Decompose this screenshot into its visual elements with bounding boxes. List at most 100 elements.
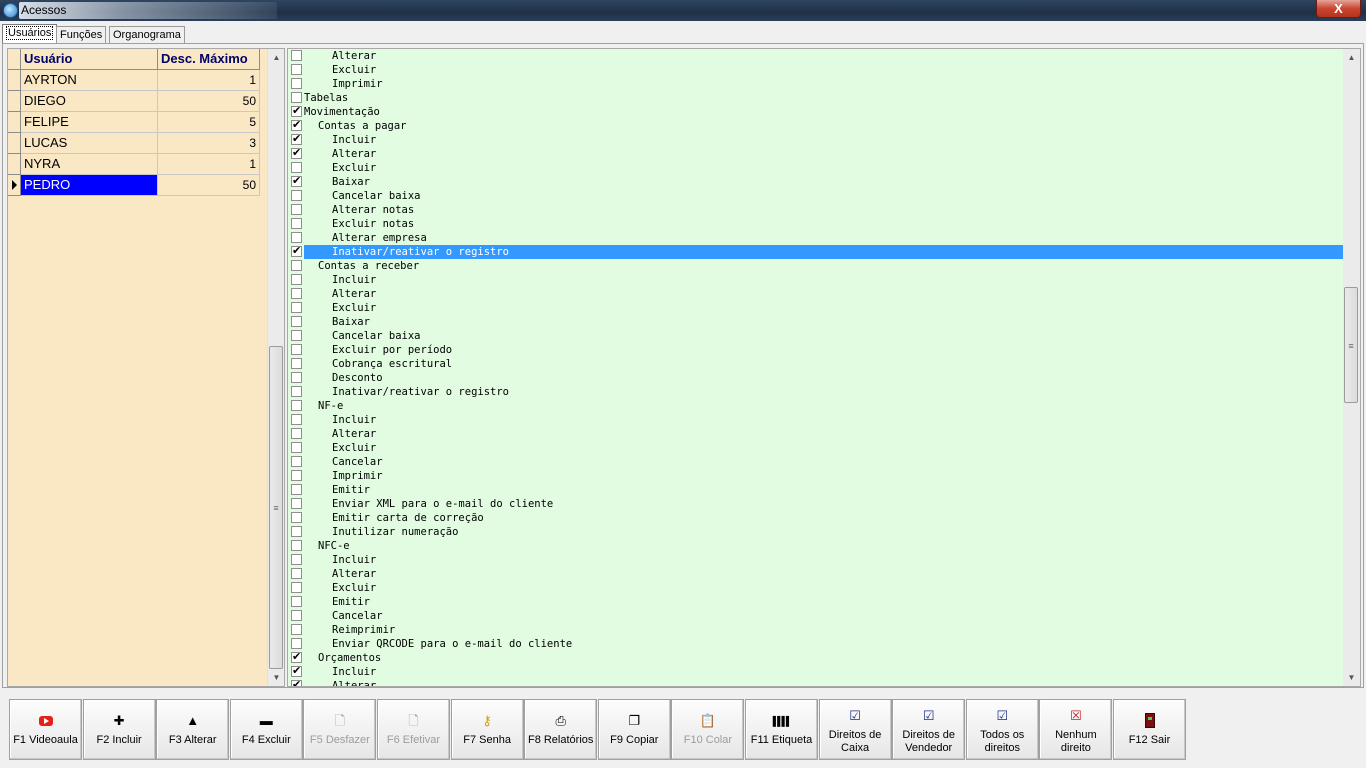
permission-label-area[interactable]: Movimentação: [304, 105, 1344, 119]
close-button[interactable]: X: [1316, 0, 1361, 18]
todos-direitos-button[interactable]: ☑ Todos os direitos: [965, 699, 1039, 760]
permission-item[interactable]: Emitir: [288, 595, 1344, 609]
efetivar-button[interactable]: 🗋 F6 Efetivar: [377, 699, 450, 760]
direitos-caixa-button[interactable]: ☑ Direitos de Caixa: [818, 699, 892, 760]
permission-item[interactable]: Cancelar baixa: [288, 329, 1344, 343]
permission-item[interactable]: Contas a pagar: [288, 118, 1344, 133]
permission-label-area[interactable]: Baixar: [304, 175, 1344, 189]
permission-label-area[interactable]: Baixar: [304, 315, 1344, 329]
permission-item[interactable]: NF-e: [288, 399, 1344, 413]
permission-checkbox[interactable]: [291, 484, 302, 495]
permission-item[interactable]: Contas a receber: [288, 259, 1344, 273]
permission-item[interactable]: Alterar: [288, 427, 1344, 441]
permission-label-area[interactable]: Excluir: [304, 161, 1344, 175]
permission-item[interactable]: Inutilizar numeração: [288, 525, 1344, 539]
permission-label-area[interactable]: Excluir: [304, 63, 1344, 77]
permission-label-area[interactable]: Excluir: [304, 441, 1344, 455]
permission-label-area[interactable]: Incluir: [304, 665, 1344, 679]
excluir-button[interactable]: ▬ F4 Excluir: [229, 699, 303, 760]
user-name-cell[interactable]: LUCAS: [21, 133, 158, 154]
permission-item[interactable]: Excluir: [288, 301, 1344, 315]
permission-item[interactable]: Enviar XML para o e-mail do cliente: [288, 497, 1344, 511]
permission-checkbox[interactable]: [291, 512, 302, 523]
permission-checkbox[interactable]: [291, 568, 302, 579]
permission-checkbox[interactable]: [291, 302, 302, 313]
permission-checkbox[interactable]: [291, 92, 302, 103]
desc-max-cell[interactable]: 50: [158, 175, 260, 196]
permission-checkbox[interactable]: [291, 204, 302, 215]
permission-label-area[interactable]: NFC-e: [304, 539, 1344, 553]
permission-item[interactable]: Excluir notas: [288, 217, 1344, 231]
permission-label-area[interactable]: Inativar/reativar o registro: [304, 245, 1344, 259]
permission-checkbox[interactable]: [291, 260, 302, 271]
permission-label-area[interactable]: Alterar: [304, 49, 1344, 63]
permission-label-area[interactable]: Alterar notas: [304, 203, 1344, 217]
user-name-cell[interactable]: PEDRO: [21, 175, 158, 196]
permission-checkbox[interactable]: [291, 118, 302, 132]
permission-item[interactable]: Alterar: [288, 678, 1344, 686]
videoaula-button[interactable]: F1 Videoaula: [9, 699, 82, 760]
user-name-cell[interactable]: NYRA: [21, 154, 158, 175]
permission-checkbox[interactable]: [291, 678, 302, 686]
permission-label-area[interactable]: Cancelar: [304, 455, 1344, 469]
sair-button[interactable]: F12 Sair: [1113, 699, 1186, 760]
users-grid[interactable]: Usuário Desc. Máximo AYRTON 1 DIEGO 50 FELIP…: [7, 48, 285, 687]
permission-checkbox[interactable]: [291, 330, 302, 341]
permission-item[interactable]: Incluir: [288, 132, 1344, 147]
permission-label-area[interactable]: Contas a pagar: [304, 119, 1344, 133]
permission-checkbox[interactable]: [291, 624, 302, 635]
permission-item[interactable]: Inativar/reativar o registro: [288, 385, 1344, 399]
permission-item[interactable]: Reimprimir: [288, 623, 1344, 637]
permission-item[interactable]: Movimentação: [288, 104, 1344, 119]
permission-checkbox[interactable]: [291, 540, 302, 551]
permission-item[interactable]: NFC-e: [288, 539, 1344, 553]
table-row[interactable]: PEDRO 50: [8, 175, 268, 196]
permission-item[interactable]: Incluir: [288, 413, 1344, 427]
permission-checkbox[interactable]: [291, 386, 302, 397]
permission-checkbox[interactable]: [291, 218, 302, 229]
permission-checkbox[interactable]: [291, 526, 302, 537]
permission-label-area[interactable]: Incluir: [304, 273, 1344, 287]
permission-checkbox[interactable]: [291, 132, 302, 146]
permission-checkbox[interactable]: [291, 146, 302, 160]
permission-checkbox[interactable]: [291, 414, 302, 425]
permission-item[interactable]: Enviar QRCODE para o e-mail do cliente: [288, 637, 1344, 651]
tab-organograma[interactable]: Organograma: [109, 26, 185, 44]
desc-max-cell[interactable]: 50: [158, 91, 260, 112]
permission-item[interactable]: Excluir: [288, 581, 1344, 595]
column-header-usuario[interactable]: Usuário: [21, 49, 158, 70]
permission-item[interactable]: Baixar: [288, 315, 1344, 329]
scroll-down-arrow[interactable]: ▼: [268, 669, 285, 686]
scroll-down-arrow[interactable]: ▼: [1343, 669, 1360, 686]
scroll-up-arrow[interactable]: ▲: [1343, 49, 1360, 66]
permission-checkbox[interactable]: [291, 78, 302, 89]
desc-max-cell[interactable]: 1: [158, 154, 260, 175]
permission-label-area[interactable]: Imprimir: [304, 77, 1344, 91]
permission-checkbox[interactable]: [291, 428, 302, 439]
table-row[interactable]: AYRTON 1: [8, 70, 268, 91]
copiar-button[interactable]: ❐ F9 Copiar: [597, 699, 671, 760]
tab-funcoes[interactable]: Funções: [56, 26, 107, 44]
permission-item[interactable]: Alterar: [288, 146, 1344, 161]
permission-label-area[interactable]: Alterar empresa: [304, 231, 1344, 245]
permission-label-area[interactable]: Excluir por período: [304, 343, 1344, 357]
permissions-tree[interactable]: Alterar Excluir Imprimir Tabelas Movimentaçã…: [287, 48, 1361, 687]
permission-checkbox[interactable]: [291, 442, 302, 453]
permission-checkbox[interactable]: [291, 162, 302, 173]
permission-item[interactable]: Alterar empresa: [288, 231, 1344, 245]
scroll-thumb[interactable]: ≡: [269, 346, 283, 669]
permission-item[interactable]: Incluir: [288, 664, 1344, 679]
permission-checkbox[interactable]: [291, 288, 302, 299]
user-name-cell[interactable]: DIEGO: [21, 91, 158, 112]
permission-item[interactable]: Cobrança escritural: [288, 357, 1344, 371]
permission-label-area[interactable]: Contas a receber: [304, 259, 1344, 273]
permission-item[interactable]: Imprimir: [288, 77, 1344, 91]
tab-usuarios[interactable]: Usuários: [2, 24, 58, 44]
colar-button[interactable]: 📋 F10 Colar: [671, 699, 745, 760]
permission-label-area[interactable]: Orçamentos: [304, 651, 1344, 665]
permission-item[interactable]: Desconto: [288, 371, 1344, 385]
permission-item[interactable]: Baixar: [288, 174, 1344, 189]
permission-checkbox[interactable]: [291, 650, 302, 664]
permission-label-area[interactable]: Cancelar: [304, 609, 1344, 623]
permission-label-area[interactable]: Emitir: [304, 595, 1344, 609]
